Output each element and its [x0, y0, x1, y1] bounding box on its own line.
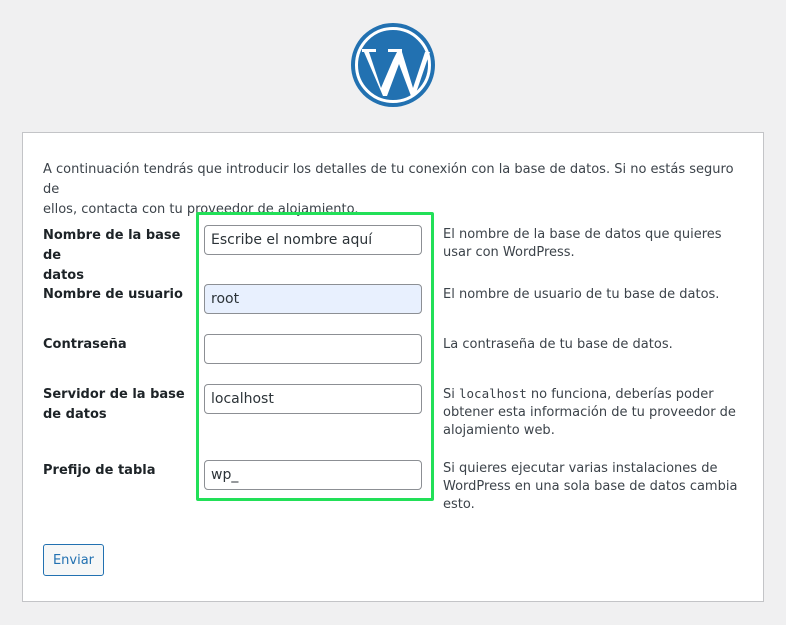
password-description: La contraseña de tu base de datos.: [443, 337, 673, 352]
username-label: Nombre de usuario: [43, 287, 183, 302]
setup-config-panel: A continuación tendrás que introducir lo…: [22, 132, 764, 602]
submit-button[interactable]: Enviar: [43, 544, 104, 576]
dbhost-label: Servidor de la base de datos: [43, 387, 185, 422]
dbname-input[interactable]: [204, 225, 422, 255]
wordpress-logo-icon: [351, 23, 435, 107]
password-label: Contraseña: [43, 337, 127, 352]
username-input[interactable]: [204, 284, 422, 314]
dbhost-description: Si localhost no funciona, deberías poder…: [443, 386, 736, 438]
prefix-input[interactable]: [204, 460, 422, 490]
localhost-code: localhost: [459, 386, 527, 401]
dbname-label: Nombre de la base de datos: [43, 228, 181, 283]
prefix-description: Si quieres ejecutar varias instalaciones…: [443, 461, 738, 512]
dbname-description: El nombre de la base de datos que quiere…: [443, 227, 722, 260]
password-input[interactable]: [204, 334, 422, 364]
intro-text: A continuación tendrás que introducir lo…: [43, 162, 734, 217]
prefix-label: Prefijo de tabla: [43, 463, 156, 478]
username-description: El nombre de usuario de tu base de datos…: [443, 287, 720, 302]
dbhost-input[interactable]: [204, 384, 422, 414]
